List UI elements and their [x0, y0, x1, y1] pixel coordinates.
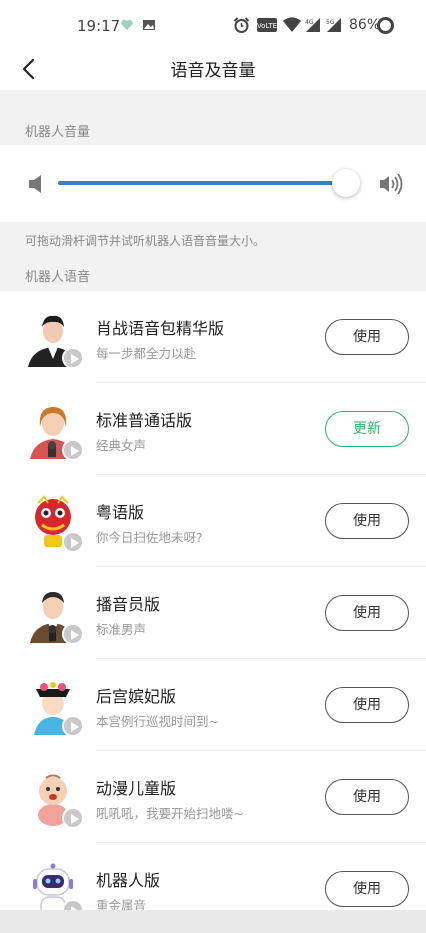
voice-item[interactable]: 肖战语音包精华版 每一步都全力以赴 使用 [0, 291, 426, 383]
signal-5g-icon: 5G [326, 18, 341, 32]
volume-slider-thumb[interactable] [332, 169, 360, 197]
voice-title: 动漫儿童版 [96, 779, 177, 798]
voice-title: 后宫嫔妃版 [96, 687, 177, 706]
volume-hint: 可拖动滑杆调节并试听机器人语音音量大小。 [25, 234, 266, 248]
play-preview-button[interactable] [62, 347, 84, 369]
battery-level: 86% [349, 17, 381, 33]
voice-subtitle: 吼吼吼，我要开始扫地喽~ [96, 806, 244, 821]
header: 语音及音量 [0, 50, 426, 90]
play-preview-button[interactable] [62, 807, 84, 829]
play-preview-button[interactable] [62, 531, 84, 553]
volume-low-icon[interactable] [27, 173, 43, 195]
status-time: 19:17 [77, 17, 121, 35]
play-preview-button[interactable] [62, 715, 84, 737]
voice-item[interactable]: 标准普通话版 经典女声 更新 [0, 383, 426, 475]
use-button[interactable]: 使用 [325, 871, 409, 907]
use-button[interactable]: 使用 [325, 595, 409, 631]
voice-subtitle: 每一步都全力以赴 [96, 346, 197, 361]
voice-subtitle: 经典女声 [96, 438, 147, 453]
wifi-icon [283, 17, 301, 32]
volte-icon: VoLTE [257, 18, 277, 32]
use-button[interactable]: 使用 [325, 687, 409, 723]
use-button[interactable]: 使用 [325, 319, 409, 355]
svg-text:5G: 5G [326, 19, 335, 26]
voice-subtitle: 标准男声 [96, 622, 147, 637]
signal-4g-icon: 4G [305, 18, 320, 32]
voice-item[interactable]: 机器人版 重金属音 使用 [0, 843, 426, 910]
battery-icon [377, 17, 394, 34]
voice-subtitle: 重金属音 [96, 898, 147, 910]
volume-high-icon[interactable] [378, 173, 404, 195]
voice-title: 粤语版 [96, 503, 145, 522]
svg-text:VoLTE: VoLTE [257, 22, 277, 30]
status-bar: 19:17 VoLTE 4G 5G 86% [0, 0, 426, 50]
heart-icon [121, 19, 133, 30]
svg-text:4G: 4G [305, 19, 314, 26]
voice-item[interactable]: 播音员版 标准男声 使用 [0, 567, 426, 659]
voice-title: 机器人版 [96, 871, 161, 890]
volume-section-label: 机器人音量 [25, 125, 91, 140]
play-preview-button[interactable] [62, 439, 84, 461]
voice-title: 播音员版 [96, 595, 161, 614]
use-button[interactable]: 使用 [325, 503, 409, 539]
image-icon [143, 20, 155, 30]
bottom-bar [0, 910, 426, 933]
use-button[interactable]: 使用 [325, 779, 409, 815]
page-title: 语音及音量 [170, 61, 256, 81]
voice-subtitle: 你今日扫佐地未呀? [96, 530, 203, 545]
voice-list: 肖战语音包精华版 每一步都全力以赴 使用 标准普通话版 经典女声 更新 粤语版 [0, 291, 426, 910]
voice-subtitle: 本宫例行巡视时间到~ [96, 714, 219, 729]
voice-title: 标准普通话版 [96, 411, 193, 430]
voice-title: 肖战语音包精华版 [96, 319, 225, 338]
voice-section-label: 机器人语音 [25, 270, 91, 285]
alarm-icon [233, 17, 250, 33]
voice-item[interactable]: 后宫嫔妃版 本宫例行巡视时间到~ 使用 [0, 659, 426, 751]
volume-slider[interactable] [58, 169, 360, 197]
volume-panel [0, 145, 426, 222]
update-button[interactable]: 更新 [325, 411, 409, 447]
voice-item[interactable]: 动漫儿童版 吼吼吼，我要开始扫地喽~ 使用 [0, 751, 426, 843]
volume-slider-fill [58, 181, 346, 185]
play-preview-button[interactable] [62, 623, 84, 645]
voice-item[interactable]: 粤语版 你今日扫佐地未呀? 使用 [0, 475, 426, 567]
